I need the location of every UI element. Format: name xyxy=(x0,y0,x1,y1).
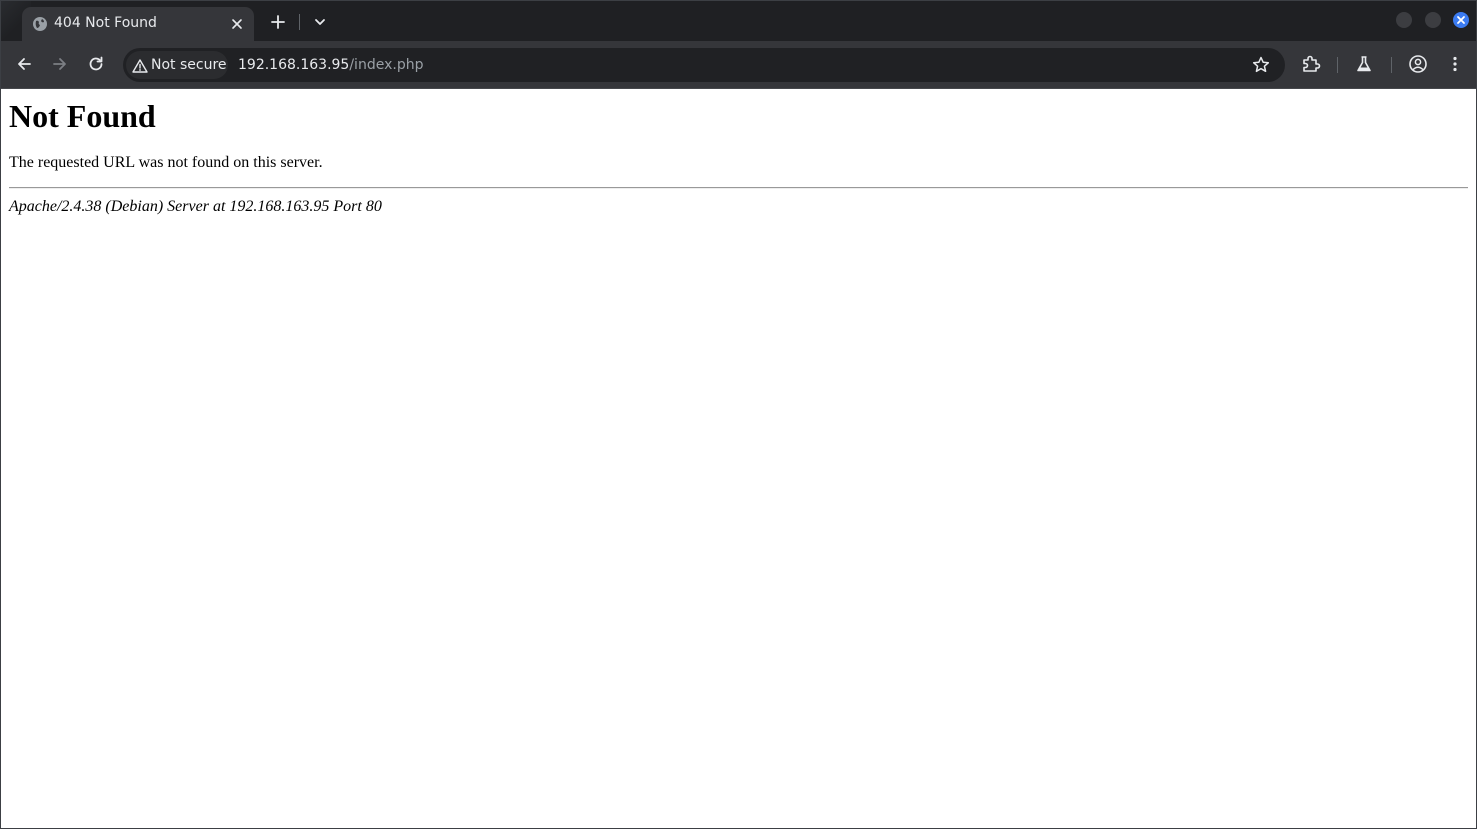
profile-icon[interactable] xyxy=(1407,53,1429,75)
minimize-button[interactable] xyxy=(1396,12,1412,28)
plus-icon[interactable] xyxy=(267,11,289,33)
close-button[interactable] xyxy=(1453,12,1469,28)
server-signature: Apache/2.4.38 (Debian) Server at 192.168… xyxy=(9,198,382,215)
tab-title: 404 Not Found xyxy=(54,15,157,31)
toolbar: Not secure 192.168.163.95/index.php xyxy=(1,41,1476,89)
toolbar-separator xyxy=(1337,57,1338,73)
security-chip-label: Not secure xyxy=(151,57,227,73)
url-host: 192.168.163.95 xyxy=(238,57,350,73)
chevron-down-icon[interactable] xyxy=(309,11,331,33)
address-bar[interactable]: Not secure 192.168.163.95/index.php xyxy=(123,48,1285,82)
page-viewport: Not Found The requested URL was not foun… xyxy=(1,89,1476,828)
page-title: Not Found xyxy=(9,98,156,134)
back-icon[interactable] xyxy=(13,53,35,75)
warning-icon xyxy=(132,58,148,74)
maximize-button[interactable] xyxy=(1425,12,1441,28)
menu-icon[interactable] xyxy=(1444,53,1466,75)
labs-icon[interactable] xyxy=(1353,53,1375,75)
star-icon[interactable] xyxy=(1250,54,1272,76)
url-path: /index.php xyxy=(349,57,424,73)
error-page: Not Found The requested URL was not foun… xyxy=(1,98,1476,216)
toolbar-separator xyxy=(1391,57,1392,73)
tab-separator xyxy=(299,14,300,30)
close-tab-icon[interactable] xyxy=(228,15,246,33)
url-text[interactable]: 192.168.163.95/index.php xyxy=(238,56,423,74)
forward-icon[interactable] xyxy=(49,53,71,75)
security-chip[interactable]: Not secure xyxy=(126,51,228,79)
error-message: The requested URL was not found on this … xyxy=(9,154,323,171)
globe-icon xyxy=(32,16,48,32)
divider xyxy=(9,187,1468,189)
tab-strip: 404 Not Found xyxy=(1,1,1476,41)
tab-active[interactable]: 404 Not Found xyxy=(22,7,254,41)
extensions-icon[interactable] xyxy=(1300,53,1322,75)
reload-icon[interactable] xyxy=(85,53,107,75)
browser-window: 404 Not Found Not secure 192.168.163.95/… xyxy=(0,0,1477,829)
